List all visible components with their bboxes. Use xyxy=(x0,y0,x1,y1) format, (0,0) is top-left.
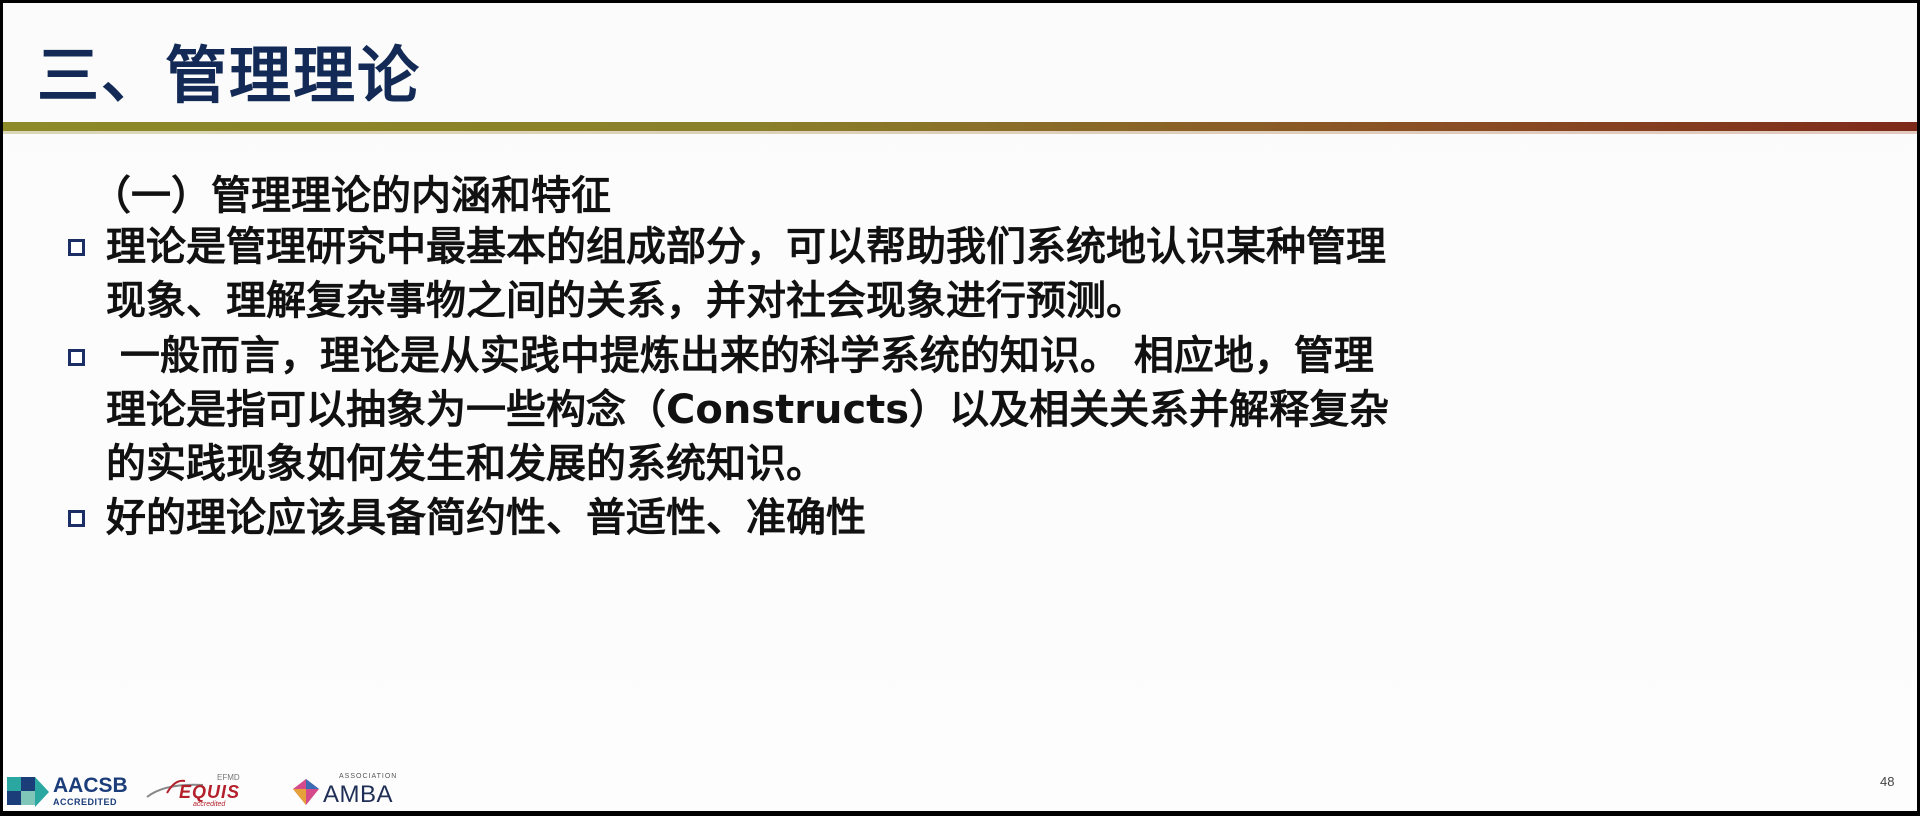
aacsb-subtitle: ACCREDITED xyxy=(53,797,118,807)
bullet-2-line-3: 的实践现象如何发生和发展的系统知识。 xyxy=(106,441,826,487)
slide-title: 三、管理理论 xyxy=(37,39,422,112)
bullet-1-line-1: 理论是管理研究中最基本的组成部分，可以帮助我们系统地认识某种管理 xyxy=(106,224,1386,270)
bullet-1-line-2: 现象、理解复杂事物之间的关系，并对社会现象进行预测。 xyxy=(106,278,1146,324)
aacsb-name: AACSB xyxy=(53,774,128,797)
amba-association: ASSOCIATION xyxy=(339,773,398,780)
amba-diamond-icon xyxy=(293,779,319,805)
bullet-square-icon xyxy=(68,510,85,527)
amba-name: AMBA xyxy=(323,781,394,808)
slide: 三、管理理论 （一）管理理论的内涵和特征 理论是管理研究中最基本的组成部分，可以… xyxy=(3,3,1917,811)
equis-logo: EFMD EQUIS accredited xyxy=(145,773,275,809)
bullet-2-line-2: 理论是指可以抽象为一些构念（Constructs）以及相关关系并解释复杂 xyxy=(106,387,1390,433)
title-divider xyxy=(3,122,1917,131)
bullet-square-icon xyxy=(68,239,85,256)
bullet-square-icon xyxy=(68,349,85,366)
page-number: 48 xyxy=(1880,774,1895,789)
aacsb-logo-icon xyxy=(7,777,49,807)
accreditation-logos: AACSB ACCREDITED EFMD EQUIS accredited A… xyxy=(7,773,407,809)
equis-name: EQUIS xyxy=(179,782,241,802)
equis-subtitle: accredited xyxy=(193,801,226,808)
bullet-2-line-1: 一般而言，理论是从实践中提炼出来的科学系统的知识。 相应地，管理 xyxy=(106,333,1374,379)
section-subheading: （一）管理理论的内涵和特征 xyxy=(91,173,611,219)
amba-logo: ASSOCIATION AMBA xyxy=(291,773,401,809)
bullet-3-line-1: 好的理论应该具备简约性、普适性、准确性 xyxy=(106,495,866,541)
equis-efmd: EFMD xyxy=(217,773,240,782)
title-divider-shadow xyxy=(3,131,1917,134)
